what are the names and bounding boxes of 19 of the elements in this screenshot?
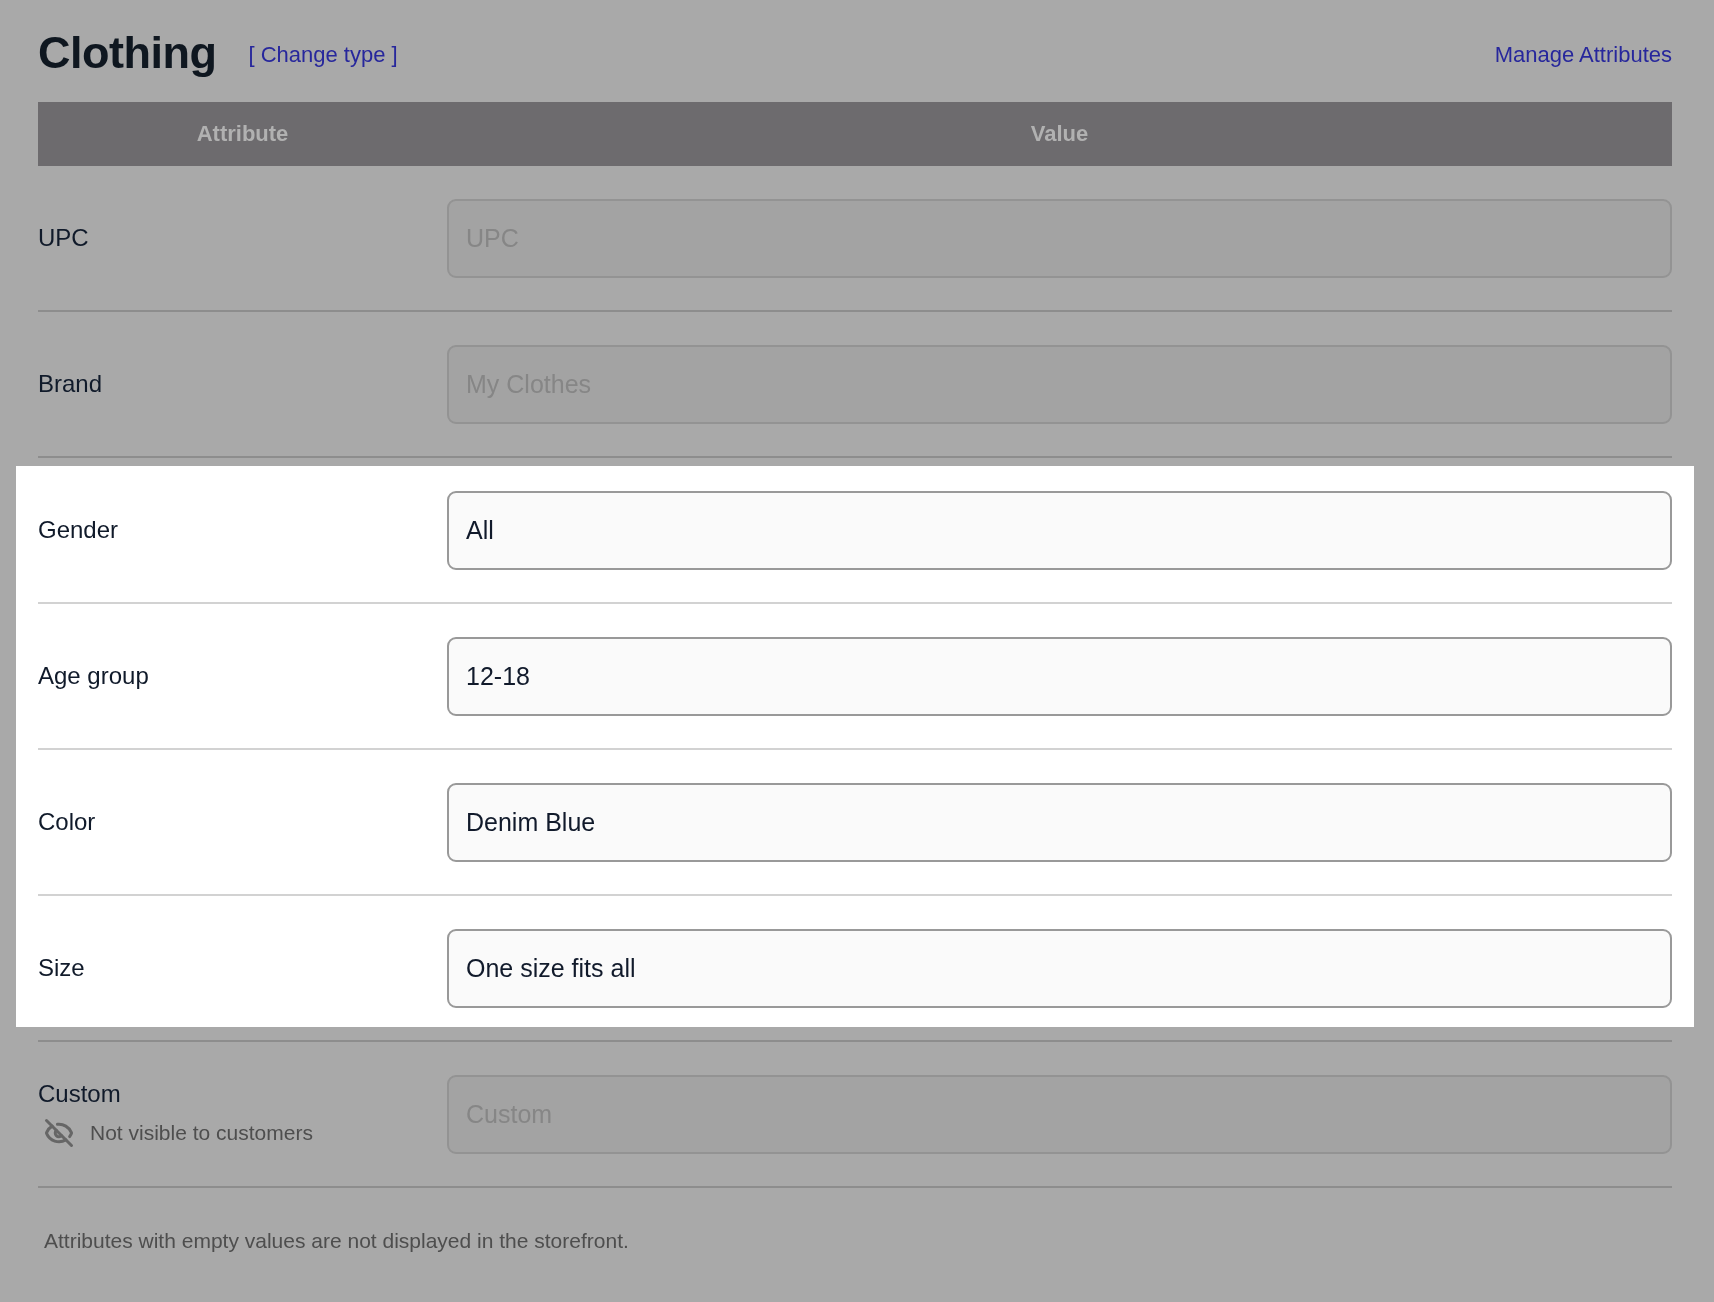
change-type-link[interactable]: [ Change type ] (248, 42, 398, 68)
value-field[interactable]: Denim Blue (447, 782, 1672, 862)
attribute-label: Color (38, 808, 96, 836)
value-field[interactable]: All (447, 490, 1672, 570)
attribute-label: Age group (38, 662, 149, 690)
footer-note: Attributes with empty values are not displayed in the storefront. (44, 1229, 630, 1253)
attribute-label: Brand (38, 370, 103, 398)
attribute-label: Size (38, 954, 85, 982)
column-header: Attribute (195, 121, 290, 147)
attribute-label: Custom (38, 1080, 121, 1108)
eye-slash-icon (44, 1118, 74, 1148)
value-field[interactable]: 12-18 (447, 636, 1672, 716)
page-title: Clothing (38, 27, 217, 79)
attribute-label: UPC (38, 224, 89, 252)
value-field[interactable]: One size fits all (447, 928, 1672, 1008)
manage-attributes-link[interactable]: Manage Attributes (1494, 42, 1672, 68)
visibility-note: Not visible to customers (90, 1121, 313, 1145)
attribute-label: Gender (38, 516, 119, 544)
column-header: Value (1029, 121, 1090, 147)
